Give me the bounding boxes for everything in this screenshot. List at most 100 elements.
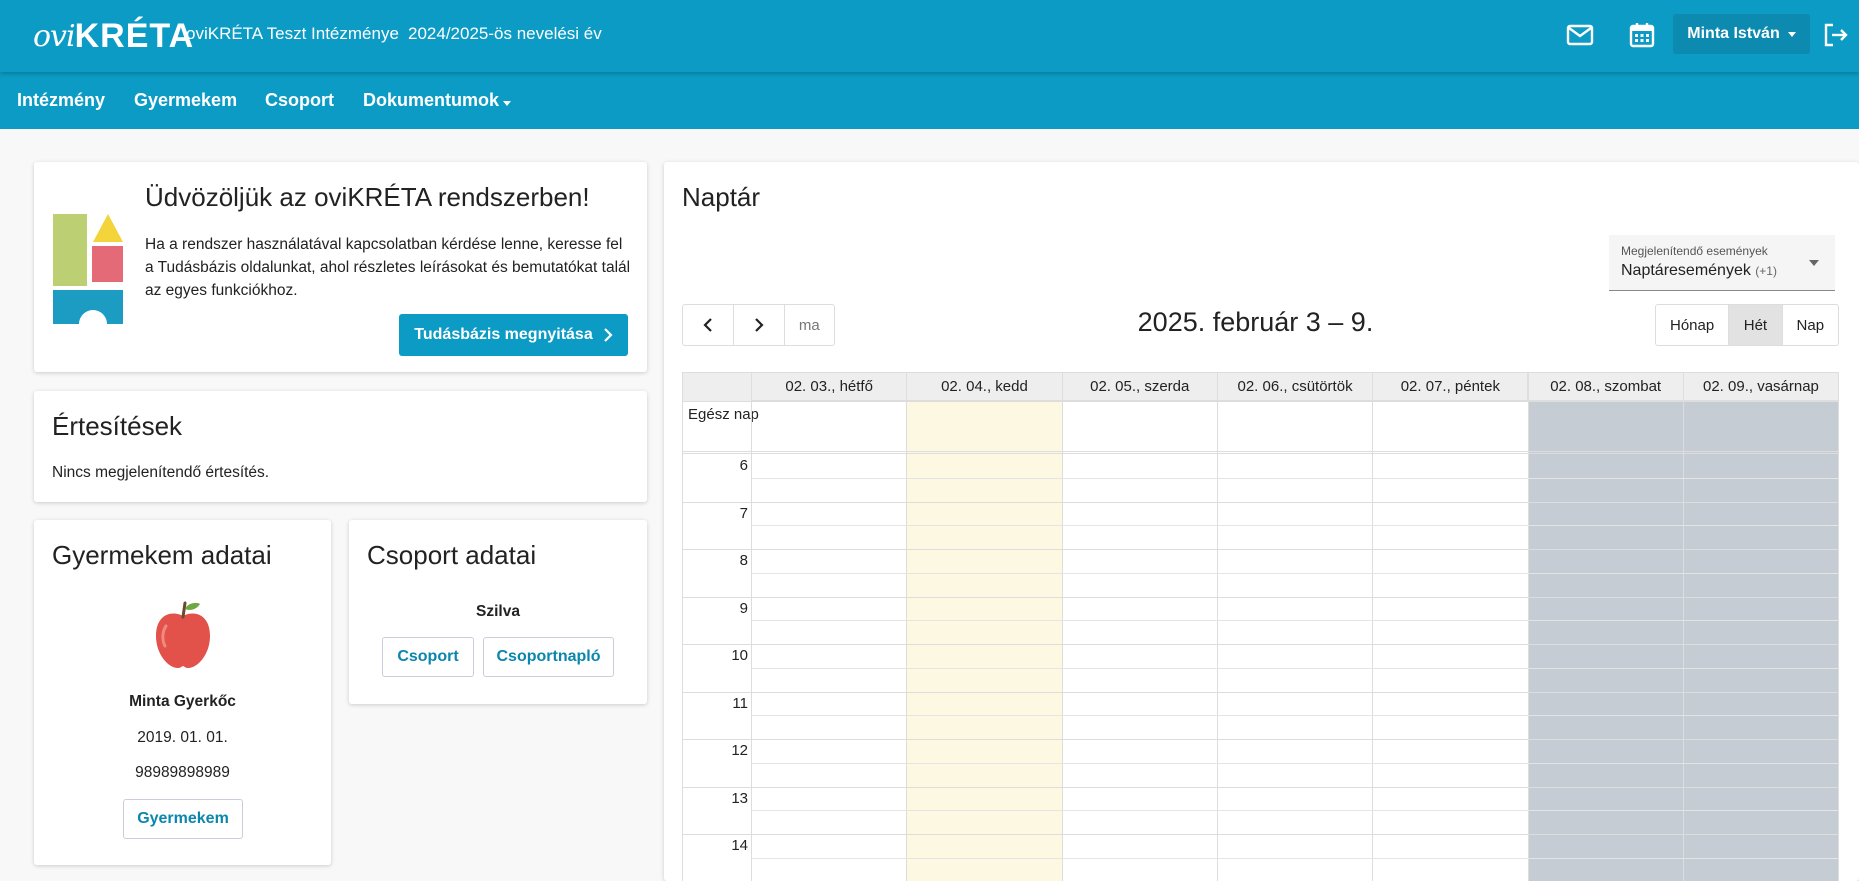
day-header[interactable]: 02. 09., vasárnap <box>1684 373 1838 401</box>
nav-item-intezmeny[interactable]: Intézmény <box>17 90 105 111</box>
grid-column-line <box>1682 373 1684 881</box>
chevron-down-icon <box>1809 260 1819 266</box>
main-nav: Intézmény Gyermekem Csoport Dokumentumok <box>0 72 1859 129</box>
nav-item-dokumentumok[interactable]: Dokumentumok <box>363 90 512 111</box>
weekend-column <box>1528 401 1684 881</box>
hour-line <box>683 739 1838 740</box>
grid-column-line <box>1061 373 1063 881</box>
view-month-button[interactable]: Hónap <box>1656 305 1730 345</box>
day-header[interactable]: 02. 03., hétfő <box>752 373 908 401</box>
child-card: Gyermekem adatai Minta Gyerkőc 2019. 01.… <box>34 520 331 865</box>
event-filter-value: Naptáresemények (+1) <box>1621 262 1777 279</box>
today-column <box>907 401 1063 881</box>
grid-corner <box>683 373 752 401</box>
calendar-card: Naptár Megjelenítendő események Naptáres… <box>664 162 1859 881</box>
hour-label: 6 <box>739 457 748 474</box>
mail-icon[interactable] <box>1565 20 1595 50</box>
chevron-down-icon <box>503 101 512 106</box>
group-card: Csoport adatai Szilva Csoport Csoportnap… <box>349 520 647 704</box>
grid-row-line <box>683 453 1838 454</box>
logout-icon[interactable] <box>1820 20 1850 50</box>
group-card-title: Csoport adatai <box>367 540 537 570</box>
day-header[interactable]: 02. 06., csütörtök <box>1218 373 1374 401</box>
half-hour-line <box>752 620 1838 622</box>
hour-label: 10 <box>731 647 748 664</box>
view-week-button[interactable]: Hét <box>1729 305 1783 345</box>
day-header[interactable]: 02. 04., kedd <box>907 373 1063 401</box>
logo-kreta-text: KRÉTA <box>74 16 195 55</box>
knowledge-base-button-label: Tudásbázis megnyitása <box>414 326 593 343</box>
hour-line <box>683 644 1838 645</box>
child-birth-date: 2019. 01. 01. <box>137 729 228 746</box>
hour-line <box>683 834 1838 835</box>
group-button[interactable]: Csoport <box>382 637 474 677</box>
hour-line <box>683 691 1838 693</box>
half-hour-line <box>752 810 1838 812</box>
notifications-card: Értesítések Nincs megjelenítendő értesít… <box>34 391 647 502</box>
nav-item-gyermekem[interactable]: Gyermekem <box>134 90 237 111</box>
grid-row-line <box>683 451 1838 452</box>
grid-column-line <box>1216 373 1218 881</box>
group-diary-button[interactable]: Csoportnapló <box>483 637 614 677</box>
half-hour-line <box>752 715 1838 717</box>
grid-column-line <box>1838 373 1839 881</box>
notifications-empty: Nincs megjelenítendő értesítés. <box>52 464 270 481</box>
hour-line <box>683 596 1838 598</box>
welcome-title: Üdvözöljük az oviKRÉTA rendszerben! <box>145 182 590 212</box>
grid-row-line <box>683 401 1838 402</box>
welcome-text: Ha a rendszer használatával kapcsolatban… <box>145 236 631 299</box>
group-name: Szilva <box>476 603 520 620</box>
day-header[interactable]: 02. 08., szombat <box>1529 373 1684 401</box>
half-hour-line <box>752 477 1838 479</box>
child-name: Minta Gyerkőc <box>129 693 236 710</box>
institution-name: oviKRÉTA Teszt Intézménye <box>186 24 399 43</box>
hour-line <box>683 549 1838 550</box>
half-hour-line <box>752 572 1838 574</box>
grid-column-line <box>751 373 752 881</box>
event-filter-select[interactable]: Megjelenítendő események Naptáresemények… <box>1609 235 1835 291</box>
blocks-illustration <box>51 212 123 324</box>
hour-line <box>683 501 1838 503</box>
knowledge-base-button[interactable]: Tudásbázis megnyitása <box>399 314 628 356</box>
event-filter-label: Megjelenítendő események <box>1621 244 1768 258</box>
child-id-number: 98989898989 <box>135 764 230 781</box>
hour-label: 13 <box>731 789 748 807</box>
hour-label: 12 <box>731 742 748 759</box>
calendar-title: Naptár <box>682 182 761 212</box>
chevron-down-icon <box>1787 31 1796 37</box>
user-name: Minta István <box>1687 25 1780 42</box>
hour-label: 8 <box>739 552 748 569</box>
half-hour-line <box>752 762 1838 764</box>
child-card-title: Gyermekem adatai <box>52 540 272 570</box>
day-header[interactable]: 02. 05., szerda <box>1063 373 1218 401</box>
view-day-button[interactable]: Nap <box>1783 305 1838 345</box>
allday-label: Egész nap <box>688 406 759 423</box>
hour-line <box>683 786 1838 788</box>
nav-item-dokumentumok-label: Dokumentumok <box>363 90 500 110</box>
chevron-right-icon <box>603 328 613 342</box>
week-calendar-grid: Egész nap 02. 03., hétfő 02. 04., kedd 02.… <box>682 372 1839 881</box>
apple-icon <box>152 600 214 670</box>
ovikreta-logo[interactable]: ovi KRÉTA <box>33 14 193 58</box>
half-hour-line <box>752 667 1838 669</box>
notifications-title: Értesítések <box>52 411 183 441</box>
grid-column-line <box>1372 373 1374 881</box>
nav-item-csoport[interactable]: Csoport <box>265 90 334 111</box>
weekend-column <box>1683 401 1838 881</box>
day-header[interactable]: 02. 07., péntek <box>1373 373 1529 401</box>
hour-label: 11 <box>732 694 748 712</box>
hour-label: 7 <box>739 504 748 522</box>
hour-label: 14 <box>731 837 748 854</box>
school-year: 2024/2025-ös nevelési év <box>408 24 602 43</box>
top-bar: ovi KRÉTA oviKRÉTA Teszt Intézménye 2024… <box>0 0 1859 72</box>
half-hour-line <box>752 857 1838 859</box>
calendar-icon[interactable] <box>1627 20 1657 50</box>
welcome-card: Üdvözöljük az oviKRÉTA rendszerben! Ha a… <box>34 162 647 372</box>
hour-label: 9 <box>739 599 748 617</box>
child-button[interactable]: Gyermekem <box>123 799 243 839</box>
user-menu-button[interactable]: Minta István <box>1673 14 1810 54</box>
view-switch-group: Hónap Hét Nap <box>1655 304 1839 346</box>
half-hour-line <box>752 525 1838 527</box>
grid-column-line <box>1527 373 1529 881</box>
grid-column-line <box>906 373 908 881</box>
